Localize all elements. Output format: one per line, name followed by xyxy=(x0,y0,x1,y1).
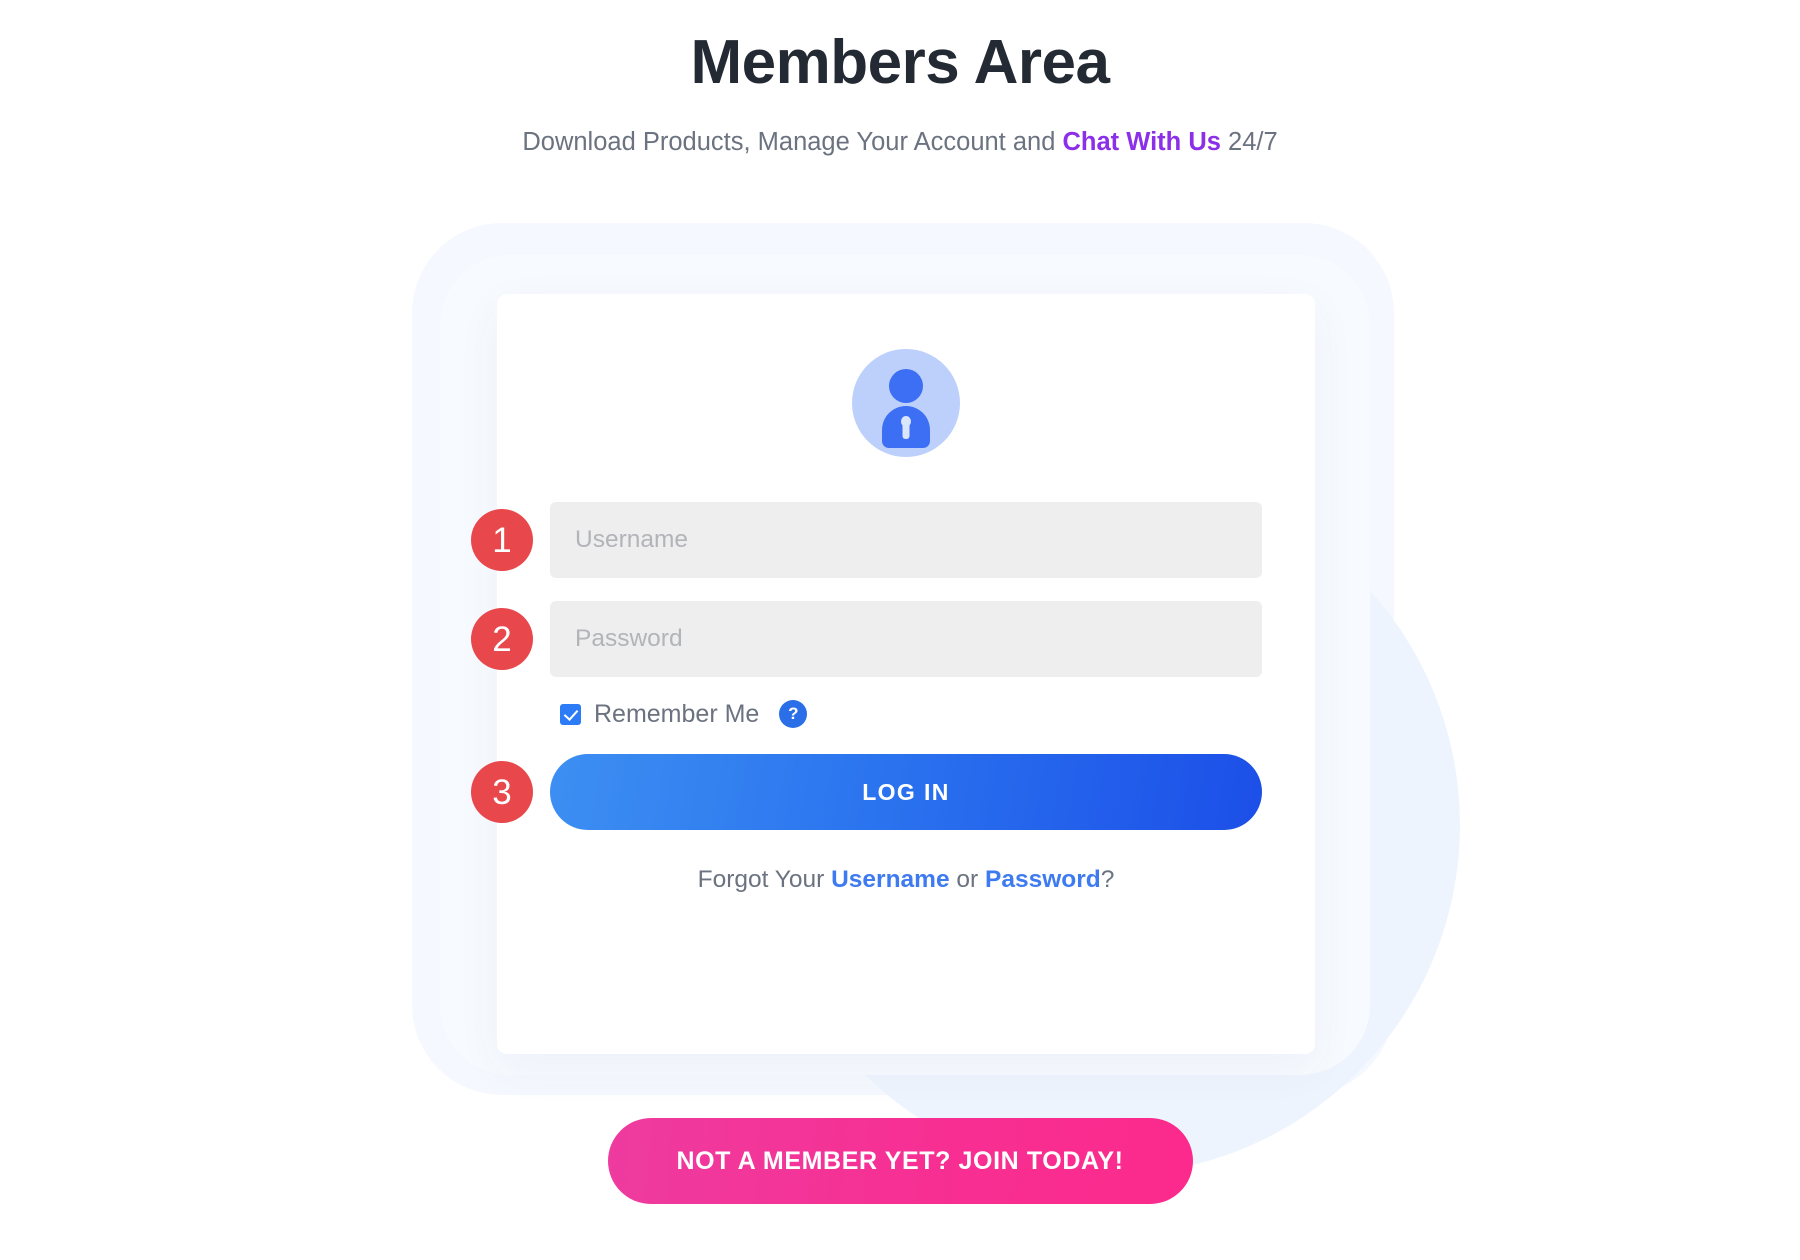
username-field-row: 1 xyxy=(471,502,1262,578)
join-today-button[interactable]: NOT A MEMBER YET? JOIN TODAY! xyxy=(607,1118,1193,1204)
forgot-credentials-line: Forgot Your Username or Password? xyxy=(550,866,1262,894)
login-form: 1 2 Remember Me ? 3 LOG IN Forgot Your U… xyxy=(471,502,1262,894)
avatar-keyhole-shape xyxy=(901,416,911,427)
password-field-row: 2 xyxy=(471,601,1262,677)
page-header: Members Area Download Products, Manage Y… xyxy=(0,26,1800,160)
avatar-container xyxy=(497,349,1315,457)
help-question-icon[interactable]: ? xyxy=(779,700,808,728)
avatar-body-lock-shape xyxy=(882,406,930,448)
forgot-suffix-text: ? xyxy=(1100,866,1115,893)
step-badge-3: 3 xyxy=(471,761,533,823)
login-card: 1 2 Remember Me ? 3 LOG IN Forgot Your U… xyxy=(471,294,1315,1054)
password-input[interactable] xyxy=(550,601,1262,677)
login-page: Members Area Download Products, Manage Y… xyxy=(0,0,1800,1260)
chat-with-us-link[interactable]: Chat With Us xyxy=(1062,128,1220,156)
subtitle-text-before: Download Products, Manage Your Account a… xyxy=(522,128,1063,157)
remember-me-label: Remember Me xyxy=(594,699,760,728)
forgot-separator-text: or xyxy=(949,866,985,893)
step-badge-2: 2 xyxy=(471,608,533,670)
remember-me-row: Remember Me ? xyxy=(560,700,1262,728)
username-input[interactable] xyxy=(550,502,1262,578)
join-button-container: NOT A MEMBER YET? JOIN TODAY! xyxy=(0,1118,1800,1204)
log-in-button[interactable]: LOG IN xyxy=(550,754,1262,830)
user-lock-avatar-icon xyxy=(852,349,960,457)
remember-me-checkbox[interactable] xyxy=(560,703,581,725)
forgot-username-link[interactable]: Username xyxy=(831,866,949,893)
step-badge-1: 1 xyxy=(471,509,533,571)
subtitle-text-after: 24/7 xyxy=(1220,128,1278,157)
page-title: Members Area xyxy=(690,28,1110,97)
avatar-head-shape xyxy=(889,369,923,403)
forgot-prefix-text: Forgot Your xyxy=(697,866,832,893)
login-button-row: 3 LOG IN xyxy=(471,754,1262,830)
forgot-password-link[interactable]: Password xyxy=(985,866,1101,893)
page-subtitle: Download Products, Manage Your Account a… xyxy=(0,125,1800,159)
